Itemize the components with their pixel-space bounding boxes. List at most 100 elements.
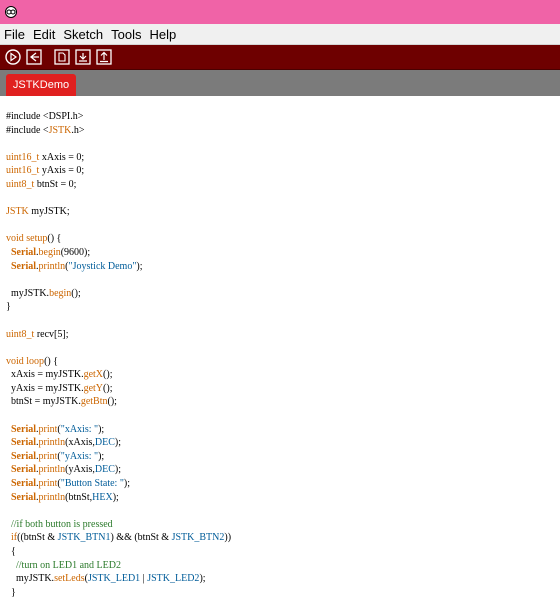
code-text[interactable]: #include <DSPI.h> #include <JSTK.h> uint16… [6, 110, 231, 599]
code-line: Serial.println(yAxis,DEC); [6, 463, 231, 477]
code-token: ); [114, 437, 122, 449]
code-token: #include <DSPI.h> [6, 111, 84, 122]
code-token: println [38, 464, 66, 476]
code-token: void [6, 355, 24, 367]
tab-jstkdemo[interactable]: JSTKDemo [6, 74, 76, 96]
code-token: getX [83, 369, 104, 381]
new-button[interactable] [54, 49, 70, 65]
code-line: Serial.begin(9600); [6, 246, 231, 260]
code-token: .h> [71, 124, 85, 136]
code-token: } [6, 301, 11, 313]
code-token: ); [136, 260, 143, 272]
code-token: btnSt = myJSTK. [6, 396, 81, 408]
code-token: () { [47, 233, 62, 245]
code-token: HEX [92, 491, 113, 503]
menu-item-tools[interactable]: Tools [107, 27, 145, 42]
code-line: } [6, 300, 231, 314]
menu-item-edit[interactable]: Edit [29, 27, 59, 42]
code-token: ); [123, 478, 131, 490]
code-token: print [38, 450, 58, 462]
code-line: Serial.print("yAxis: "); [6, 450, 231, 464]
code-line: } [6, 586, 231, 600]
code-token: (9600); [60, 246, 91, 258]
menu-item-sketch[interactable]: Sketch [59, 27, 107, 42]
code-line: btnSt = myJSTK.getBtn(); [6, 395, 231, 409]
code-line: if((btnSt & JSTK_BTN1) && (btnSt & JSTK_… [6, 531, 231, 545]
code-token: Serial [11, 478, 36, 490]
code-token: (yAxis, [65, 464, 95, 476]
code-line: Serial.println(btnSt,HEX); [6, 491, 231, 505]
code-line: #include <JSTK.h> [6, 124, 231, 138]
code-token: recv[5]; [34, 328, 69, 340]
menu-item-help[interactable]: Help [145, 27, 180, 42]
upload-button[interactable] [26, 49, 42, 65]
code-token: uint16_t [6, 165, 40, 177]
code-token: print [38, 423, 58, 435]
code-line: JSTK myJSTK; [6, 205, 231, 219]
code-token: (); [107, 396, 117, 408]
code-token: JSTK [6, 206, 29, 218]
code-token: uint8_t [6, 178, 35, 190]
save-button[interactable] [96, 49, 112, 65]
code-token: myJSTK. [6, 573, 55, 585]
code-token: setup [26, 233, 48, 245]
code-line: uint16_t yAxis = 0; [6, 164, 231, 178]
code-token: yAxis = myJSTK. [6, 382, 84, 394]
code-token: ); [114, 464, 122, 476]
upload-arrow-icon [26, 49, 42, 65]
code-editor[interactable]: #include <DSPI.h> #include <JSTK.h> uint16… [0, 96, 560, 602]
code-line: Serial.println(xAxis,DEC); [6, 436, 231, 450]
arduino-logo-icon [5, 6, 17, 18]
code-token: Serial [11, 423, 36, 435]
code-line: Serial.print("Button State: "); [6, 477, 231, 491]
code-line: yAxis = myJSTK.getY(); [6, 382, 231, 396]
code-token: #include < [6, 124, 49, 136]
code-line: Serial.print("xAxis: "); [6, 423, 231, 437]
code-token: (btnSt, [65, 491, 93, 503]
code-token: getY [83, 382, 104, 394]
code-token: "xAxis: " [60, 423, 99, 435]
code-token: setLeds [54, 573, 85, 585]
code-token: ); [112, 491, 119, 503]
code-token: ) && (btnSt & [110, 532, 172, 544]
code-token: Serial [11, 450, 36, 462]
play-icon [5, 49, 21, 65]
code-token: xAxis = myJSTK. [6, 369, 84, 381]
code-token: //if both button is pressed [6, 518, 113, 530]
code-token: uint16_t [6, 151, 40, 163]
code-line: Serial.println("Joystick Demo"); [6, 260, 231, 274]
new-file-icon [54, 49, 70, 65]
code-line: myJSTK.setLeds(JSTK_LED1 | JSTK_LED2); [6, 572, 231, 586]
code-token: println [38, 491, 66, 503]
code-token: ); [98, 423, 105, 435]
code-token: btnSt = 0; [34, 178, 77, 190]
menu-item-file[interactable]: File [0, 27, 29, 42]
code-token: (); [71, 287, 81, 299]
code-line: //turn on LED1 and LED2 [6, 559, 231, 573]
open-icon [75, 49, 91, 65]
code-token: println [38, 437, 66, 449]
code-token: DEC [94, 437, 115, 449]
code-line: uint8_t btnSt = 0; [6, 178, 231, 192]
code-token: JSTK_BTN1 [57, 532, 111, 544]
toolbar [0, 45, 560, 70]
code-token: yAxis = 0; [39, 165, 85, 177]
code-token: JSTK [48, 124, 72, 136]
code-token: Serial [11, 260, 36, 272]
code-token: Serial [11, 246, 36, 258]
open-button[interactable] [75, 49, 91, 65]
code-token: ((btnSt & [17, 532, 58, 544]
code-token: } [6, 586, 16, 598]
code-token: () { [44, 355, 59, 367]
verify-button[interactable] [5, 49, 21, 65]
code-token: print [38, 478, 58, 490]
code-token: ); [98, 450, 105, 462]
code-token: "Button State: " [60, 478, 124, 490]
code-line: void setup() { [6, 232, 231, 246]
